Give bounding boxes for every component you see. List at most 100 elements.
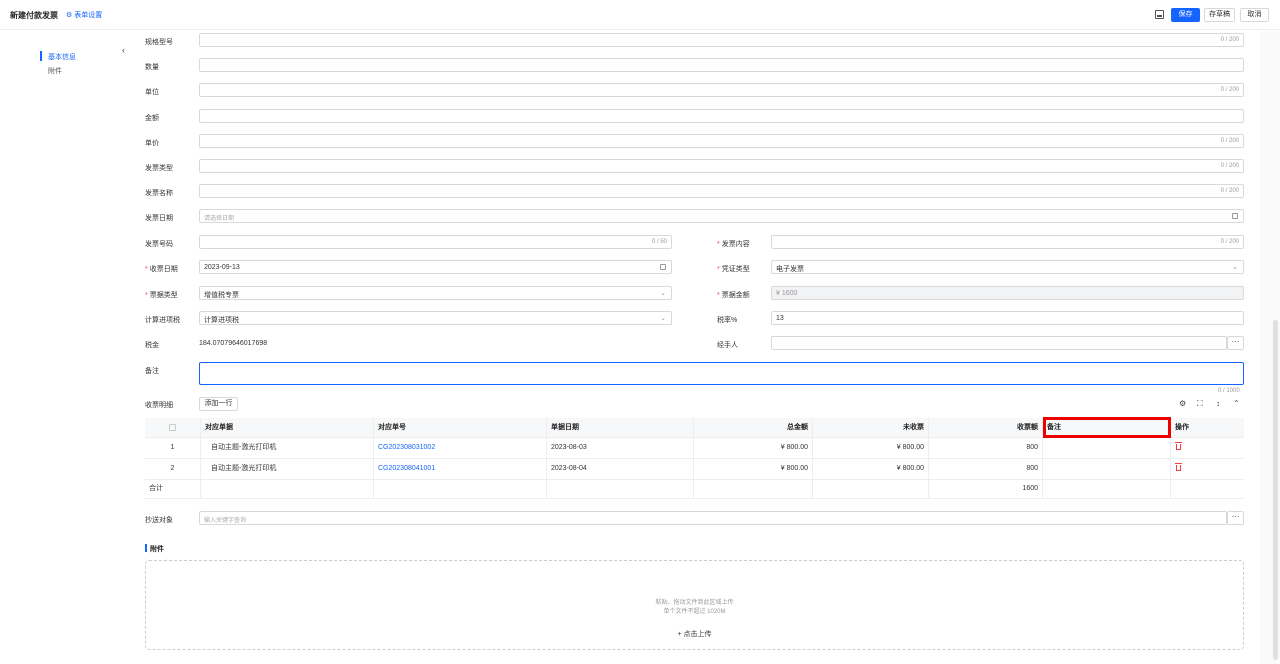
top-bar: 新建付款发票 ⚙ 表单设置 保存 存草稿 取消: [0, 0, 1280, 30]
more-icon[interactable]: ···: [1227, 336, 1244, 350]
select-all-checkbox[interactable]: [169, 423, 176, 431]
column-header: 对应单据: [201, 418, 374, 437]
delete-icon[interactable]: [1175, 442, 1182, 450]
delete-icon[interactable]: [1175, 463, 1182, 471]
invoice-content-label: * 发票内容: [717, 241, 750, 248]
receive-date-picker[interactable]: 2023-09-13: [199, 260, 672, 274]
bill-amount-label: * 票据金额: [717, 292, 750, 299]
upload-hint: 粘贴、拖动文件到此区域上传: [655, 600, 734, 606]
char-counter: 0 / 200: [1220, 37, 1239, 43]
receive-date-label: * 收票日期: [145, 266, 178, 273]
invoice-date-label: 发票日期: [145, 215, 173, 222]
row-index: 1: [145, 438, 201, 458]
unit-price-input[interactable]: 0 / 200: [199, 134, 1244, 148]
bill-type-label: * 票据类型: [145, 292, 178, 299]
summary-cell: [1043, 480, 1171, 498]
total-cell: ¥ 800.00: [694, 438, 813, 458]
bill-amount-input: ¥ 1600: [771, 286, 1244, 300]
doc-no-link[interactable]: CG202308041001: [374, 459, 547, 479]
chevron-down-icon: ⌄: [1232, 264, 1238, 271]
doc-cell: 自动主题-激光打印机: [201, 459, 374, 479]
upload-dropzone[interactable]: 粘贴、拖动文件到此区域上传 单个文件不超过 1020M + 点击上传: [145, 560, 1244, 650]
row-index: 2: [145, 459, 201, 479]
chevron-down-icon: ⌄: [660, 290, 666, 297]
sidebar-item-attachment[interactable]: 附件: [48, 66, 62, 76]
add-row-button[interactable]: 添加一行: [199, 397, 238, 411]
cc-placeholder: 输入关键字查询: [204, 518, 247, 524]
tax-label: 税金: [145, 342, 159, 349]
amount-input[interactable]: [199, 109, 1244, 123]
received-cell[interactable]: 800: [929, 459, 1043, 479]
invoice-type-label: 发票类型: [145, 165, 173, 172]
tax-rate-value: 13: [776, 315, 784, 322]
quantity-label: 数量: [145, 64, 159, 71]
summary-cell: [1171, 480, 1244, 498]
invoice-type-input[interactable]: 0 / 200: [199, 159, 1244, 173]
action-cell: [1171, 459, 1244, 479]
quantity-input[interactable]: [199, 58, 1244, 72]
char-counter: 0 / 200: [1220, 188, 1239, 194]
table-row: 2 自动主题-激光打印机 CG202308041001 2023-08-04 ¥…: [145, 459, 1244, 480]
uninvoiced-cell: ¥ 800.00: [813, 459, 929, 479]
handler-input[interactable]: [771, 336, 1227, 350]
invoice-content-input[interactable]: 0 / 200: [771, 235, 1244, 249]
sidebar-item-basic-info[interactable]: 基本信息: [48, 52, 76, 62]
calendar-icon: [660, 264, 666, 270]
invoice-number-input[interactable]: 0 / 50: [199, 235, 672, 249]
row-height-icon[interactable]: ↕: [1216, 399, 1220, 408]
summary-cell: [813, 480, 929, 498]
received-cell[interactable]: 800: [929, 438, 1043, 458]
voucher-type-select[interactable]: 电子发票 ⌄: [771, 260, 1244, 274]
summary-cell: [694, 480, 813, 498]
column-header: 单据日期: [547, 418, 694, 437]
tax-calc-select[interactable]: 计算进项税 ⌄: [199, 311, 672, 325]
sidebar: [0, 31, 130, 664]
fullscreen-icon[interactable]: ⛶: [1197, 399, 1203, 409]
remark-textarea[interactable]: [199, 362, 1244, 385]
remark-cell[interactable]: [1043, 438, 1171, 458]
bill-type-value: 增值税专票: [204, 292, 239, 299]
tax-rate-input[interactable]: 13: [771, 311, 1244, 325]
date-cell: 2023-08-04: [547, 459, 694, 479]
table-row: 1 自动主题-激光打印机 CG202308031002 2023-08-03 ¥…: [145, 438, 1244, 459]
chevron-down-icon: ⌄: [660, 315, 666, 322]
upload-button[interactable]: + 点击上传: [146, 629, 1243, 639]
invoice-name-input[interactable]: 0 / 200: [199, 184, 1244, 198]
invoice-date-picker[interactable]: 请选择日期: [199, 209, 1244, 223]
form-settings-link[interactable]: ⚙ 表单设置: [66, 10, 102, 20]
date-placeholder: 请选择日期: [204, 216, 235, 222]
action-cell: [1171, 438, 1244, 458]
save-draft-button[interactable]: 存草稿: [1204, 8, 1235, 22]
spec-model-input[interactable]: 0 / 200: [199, 33, 1244, 47]
receive-date-value: 2023-09-13: [204, 264, 240, 271]
unit-input[interactable]: 0 / 200: [199, 83, 1244, 97]
more-icon[interactable]: ···: [1227, 511, 1244, 525]
summary-label: 合计: [145, 480, 201, 498]
column-header: 对应单号: [374, 418, 547, 437]
tax-calc-label: 计算进项税: [145, 317, 180, 324]
settings-icon[interactable]: ⚙: [1179, 399, 1186, 408]
total-cell: ¥ 800.00: [694, 459, 813, 479]
summary-cell: [547, 480, 694, 498]
upload-label: 点击上传: [683, 631, 712, 638]
doc-no-link[interactable]: CG202308031002: [374, 438, 547, 458]
date-cell: 2023-08-03: [547, 438, 694, 458]
cc-input[interactable]: 输入关键字查询: [199, 511, 1227, 525]
remark-label: 备注: [145, 368, 159, 375]
column-header: 操作: [1175, 424, 1189, 431]
chevron-up-icon[interactable]: ⌃: [1233, 399, 1240, 408]
char-counter: 0 / 200: [1220, 239, 1239, 245]
unit-price-label: 单价: [145, 140, 159, 147]
gear-icon: ⚙: [66, 12, 73, 19]
save-icon[interactable]: [1155, 10, 1164, 19]
amount-label: 金额: [145, 115, 159, 122]
section-indicator: [145, 544, 147, 552]
char-counter: 0 / 200: [1220, 87, 1239, 93]
cancel-button[interactable]: 取消: [1240, 8, 1269, 22]
scrollbar[interactable]: [1273, 320, 1278, 660]
save-button[interactable]: 保存: [1171, 8, 1200, 22]
char-counter: 0 / 50: [651, 239, 667, 245]
remark-cell[interactable]: [1043, 459, 1171, 479]
collapse-sidebar-icon[interactable]: ‹: [122, 45, 125, 55]
bill-type-select[interactable]: 增值税专票 ⌄: [199, 286, 672, 300]
